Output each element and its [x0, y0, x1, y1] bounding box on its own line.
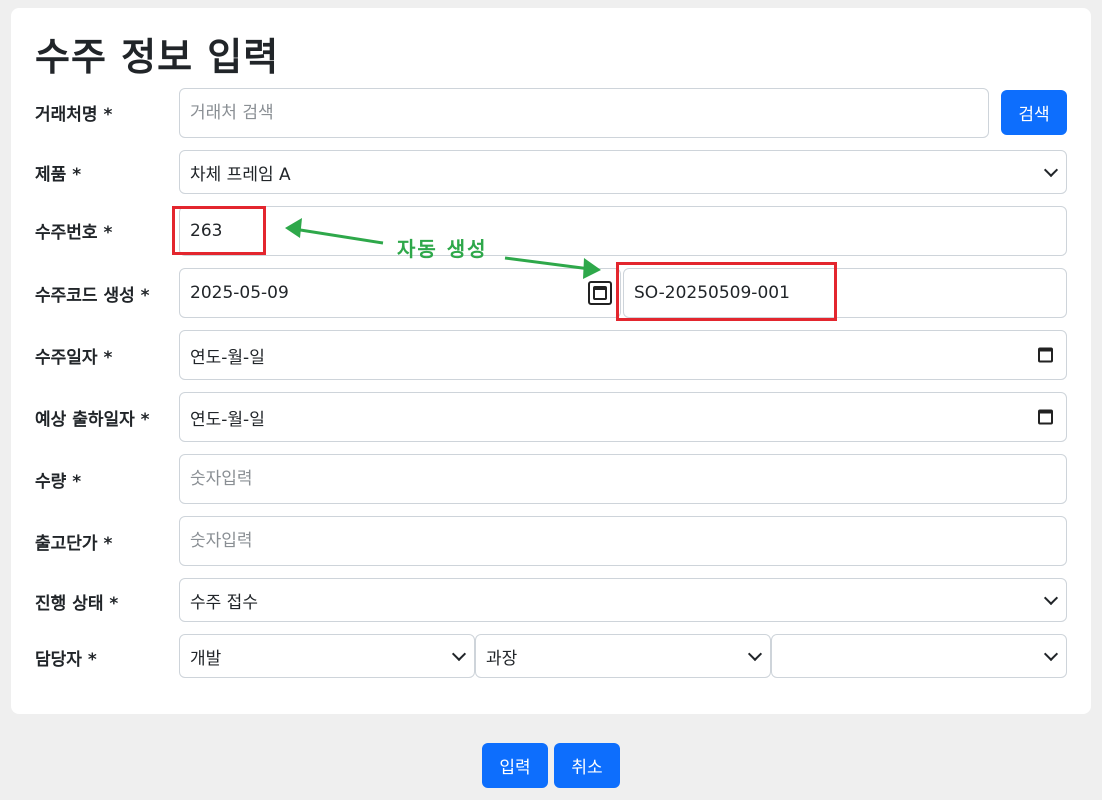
chevron-down-icon — [1043, 590, 1059, 606]
page-title: 수주 정보 입력 — [35, 35, 280, 79]
order-date-label: 수주일자 * — [35, 348, 113, 368]
chevron-down-icon — [747, 646, 763, 662]
client-search-input[interactable] — [179, 88, 989, 138]
client-search-button[interactable]: 검색 — [1001, 90, 1067, 135]
quantity-label: 수량 * — [35, 472, 82, 492]
auto-generate-annotation: 자동 생성 — [397, 237, 488, 261]
submit-button[interactable]: 입력 — [482, 743, 548, 788]
chevron-down-icon — [1043, 162, 1059, 178]
order-code-field[interactable]: SO-20250509-001 — [623, 268, 1067, 318]
calendar-icon[interactable] — [588, 281, 612, 305]
calendar-icon[interactable] — [1038, 347, 1053, 363]
status-label: 진행 상태 * — [35, 594, 119, 614]
cancel-button[interactable]: 취소 — [554, 743, 620, 788]
order-no-label: 수주번호 * — [35, 223, 113, 243]
order-code-label: 수주코드 생성 * — [35, 286, 150, 306]
unit-price-label: 출고단가 * — [35, 534, 113, 554]
status-select-value: 수주 접수 — [190, 592, 258, 613]
status-select[interactable]: 수주 접수 — [179, 578, 1067, 622]
manager-position-value: 과장 — [486, 648, 518, 669]
chevron-down-icon — [1043, 646, 1059, 662]
client-label: 거래처명 * — [35, 105, 113, 125]
order-code-date-value: 2025-05-09 — [190, 283, 289, 303]
unit-price-input[interactable] — [179, 516, 1067, 566]
order-date-value: 연도-월-일 — [190, 347, 265, 368]
manager-department-value: 개발 — [190, 648, 222, 669]
order-no-field[interactable]: 263 — [179, 206, 1067, 256]
chevron-down-icon — [451, 646, 467, 662]
manager-person-select[interactable] — [771, 634, 1067, 678]
ship-date-label: 예상 출하일자 * — [35, 410, 150, 430]
product-select[interactable]: 차체 프레임 A — [179, 150, 1067, 194]
order-date-input[interactable]: 연도-월-일 — [179, 330, 1067, 380]
manager-position-select[interactable]: 과장 — [475, 634, 771, 678]
product-select-value: 차체 프레임 A — [190, 164, 291, 185]
order-code-value: SO-20250509-001 — [634, 283, 790, 303]
calendar-icon[interactable] — [1038, 409, 1053, 425]
order-code-date-input[interactable]: 2025-05-09 — [179, 268, 621, 318]
product-label: 제품 * — [35, 165, 82, 185]
order-no-value: 263 — [190, 221, 223, 241]
quantity-input[interactable] — [179, 454, 1067, 504]
manager-label: 담당자 * — [35, 650, 97, 670]
ship-date-value: 연도-월-일 — [190, 409, 265, 430]
manager-department-select[interactable]: 개발 — [179, 634, 475, 678]
ship-date-input[interactable]: 연도-월-일 — [179, 392, 1067, 442]
